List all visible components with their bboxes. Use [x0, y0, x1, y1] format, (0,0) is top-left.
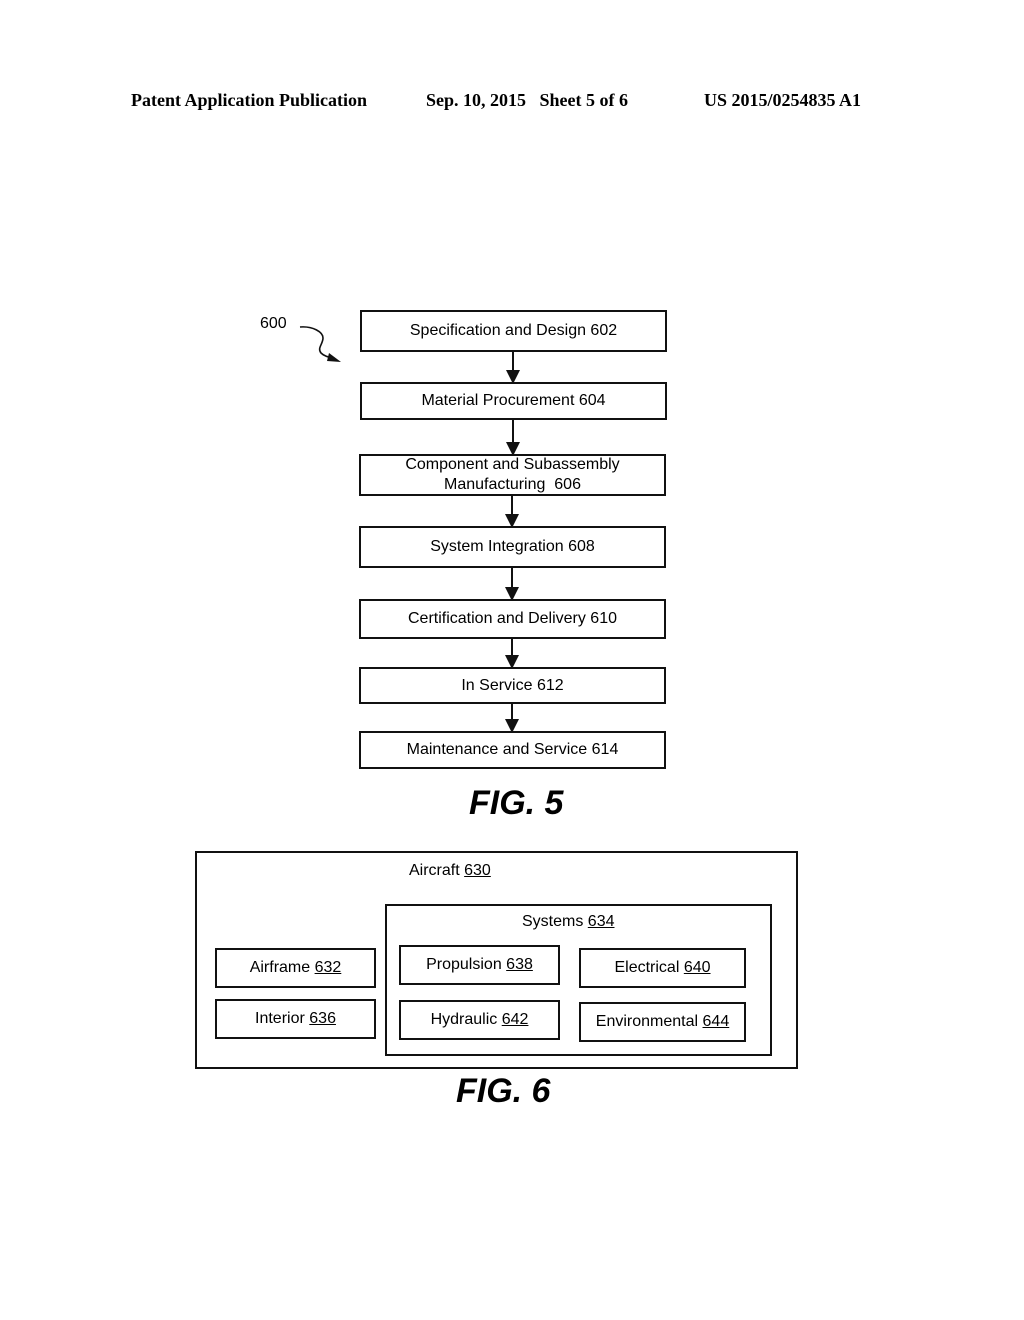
electrical-box: Electrical 640	[579, 948, 746, 988]
figure-caption-5: FIG. 5	[469, 784, 564, 822]
date-sheet-label: Sep. 10, 2015 Sheet 5 of 6	[426, 90, 628, 110]
aircraft-label: Aircraft 630	[409, 862, 491, 879]
flow-arrow	[506, 420, 520, 456]
step-maintenance-service: Maintenance and Service 614	[359, 731, 666, 769]
publication-label: Patent Application Publication	[131, 90, 368, 110]
airframe-box: Airframe 632	[215, 948, 376, 988]
step-line-2: Manufacturing 606	[444, 476, 581, 493]
step-specification-design: Specification and Design 602	[360, 310, 667, 352]
reference-label-600: 600	[260, 315, 287, 332]
step-certification-delivery: Certification and Delivery 610	[359, 599, 666, 639]
environmental-box: Environmental 644	[579, 1002, 746, 1042]
squiggle-arrow-icon	[299, 326, 341, 362]
propulsion-box: Propulsion 638	[399, 945, 560, 985]
step-line-1: Component and Subassembly	[405, 456, 620, 473]
step-system-integration: System Integration 608	[359, 526, 666, 568]
interior-box: Interior 636	[215, 999, 376, 1039]
hydraulic-box: Hydraulic 642	[399, 1000, 560, 1040]
step-in-service: In Service 612	[359, 667, 666, 704]
step-material-procurement: Material Procurement 604	[360, 382, 667, 420]
patent-number: US 2015/0254835 A1	[704, 90, 862, 110]
step-component-manufacturing: Component and Subassembly Manufacturing …	[359, 454, 666, 496]
flow-arrow	[506, 352, 520, 384]
flow-arrow	[505, 639, 519, 669]
systems-label: Systems 634	[522, 913, 615, 930]
figure-caption-6: FIG. 6	[456, 1072, 551, 1110]
flow-arrow	[505, 496, 519, 528]
flow-arrow	[505, 704, 519, 733]
flow-arrow	[505, 568, 519, 601]
